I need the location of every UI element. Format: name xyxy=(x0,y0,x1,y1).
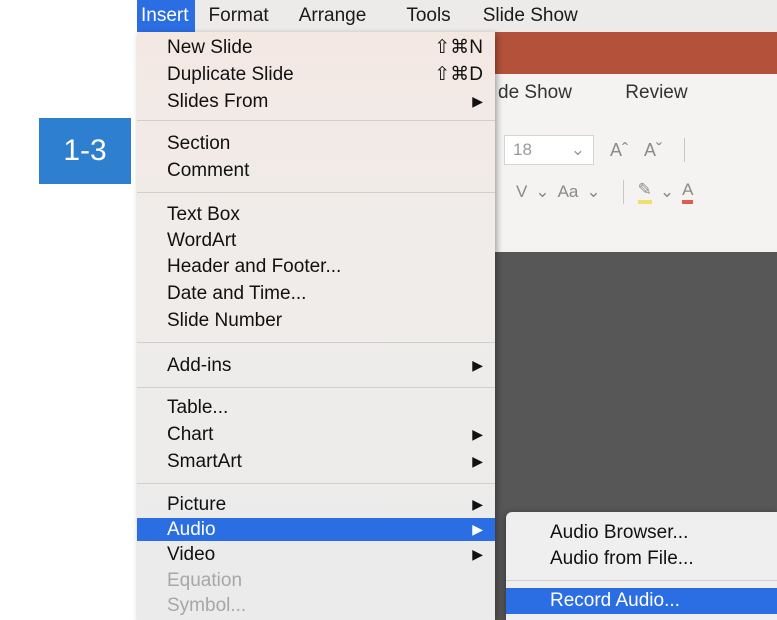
format-toolbar-row: V ⌄ Aa ⌄ ✎ ⌄ A xyxy=(516,180,701,204)
menu-item-new-slide[interactable]: New Slide ⇧⌘N xyxy=(137,36,495,59)
chevron-down-icon[interactable]: ⌄ xyxy=(586,182,600,202)
toolbar-divider xyxy=(622,180,624,204)
screenshot-stage: 1-3 de Show Review 18 ⌄ Aˆ Aˇ V ⌄ Aa ⌄ ✎… xyxy=(0,0,777,620)
menu-divider xyxy=(137,483,495,484)
menu-item-label: Picture xyxy=(167,494,227,515)
submenu-item-record-audio[interactable]: Record Audio... xyxy=(506,588,777,614)
menu-item-symbol: Symbol... xyxy=(137,594,495,617)
window-title-bar xyxy=(480,32,777,74)
shortcut-label: ⇧⌘N xyxy=(434,37,483,58)
menu-item-section[interactable]: Section xyxy=(137,132,495,155)
submenu-arrow-icon: ▶ xyxy=(472,521,483,537)
submenu-item-audio-from-file[interactable]: Audio from File... xyxy=(506,546,777,572)
menu-item-label: SmartArt xyxy=(167,451,242,472)
menu-item-label: Chart xyxy=(167,424,214,445)
chevron-down-icon[interactable]: ⌄ xyxy=(535,182,549,202)
menu-divider xyxy=(137,387,495,388)
menu-item-duplicate-slide[interactable]: Duplicate Slide ⇧⌘D xyxy=(137,63,495,86)
menu-item-smartart[interactable]: SmartArt ▶ xyxy=(137,450,495,473)
menu-item-slides-from[interactable]: Slides From ▶ xyxy=(137,90,495,113)
ribbon-tabs: de Show Review xyxy=(498,82,688,104)
menu-item-table[interactable]: Table... xyxy=(137,396,495,419)
menu-item-date-time[interactable]: Date and Time... xyxy=(137,282,495,305)
grow-font-icon[interactable]: Aˆ xyxy=(610,140,628,161)
menu-item-label: Comment xyxy=(167,160,250,181)
font-color-icon[interactable]: A xyxy=(682,180,694,204)
highlighter-icon[interactable]: ✎ xyxy=(637,180,652,204)
submenu-arrow-icon: ▶ xyxy=(472,357,483,373)
tab-review[interactable]: Review xyxy=(625,82,687,104)
menu-format[interactable]: Format xyxy=(209,0,269,32)
menu-item-label: Audio xyxy=(167,519,216,540)
menu-item-comment[interactable]: Comment xyxy=(137,159,495,182)
change-case-icon[interactable]: Aa xyxy=(558,182,579,202)
menu-item-text-box[interactable]: Text Box xyxy=(137,203,495,226)
submenu-arrow-icon: ▶ xyxy=(472,93,483,109)
menu-item-label: Add-ins xyxy=(167,355,232,376)
menu-item-label: Slide Number xyxy=(167,310,283,331)
menu-item-label: Section xyxy=(167,133,231,154)
menu-divider xyxy=(506,580,777,581)
insert-menu: New Slide ⇧⌘N Duplicate Slide ⇧⌘D Slides… xyxy=(137,32,495,620)
font-size-dropdown[interactable]: 18 ⌄ xyxy=(504,135,594,165)
submenu-item-audio-browser[interactable]: Audio Browser... xyxy=(506,520,777,546)
menu-arrange[interactable]: Arrange xyxy=(299,0,367,32)
menu-item-label: WordArt xyxy=(167,230,237,251)
chevron-down-icon: ⌄ xyxy=(570,140,585,159)
font-size-value: 18 xyxy=(513,140,532,159)
menu-item-label: Symbol... xyxy=(167,595,247,616)
toolbar-divider xyxy=(684,138,685,162)
chevron-down-icon[interactable]: ⌄ xyxy=(660,182,674,202)
menu-item-audio[interactable]: Audio ▶ xyxy=(137,518,495,541)
menu-item-slide-number[interactable]: Slide Number xyxy=(137,309,495,332)
menu-item-label: Video xyxy=(167,544,216,565)
menu-divider xyxy=(137,120,495,121)
menu-tools[interactable]: Tools xyxy=(406,0,450,32)
audio-submenu: Audio Browser... Audio from File... Reco… xyxy=(506,512,777,620)
text-effects-icon[interactable]: V xyxy=(516,182,527,202)
shortcut-label: ⇧⌘D xyxy=(434,64,483,85)
menu-item-equation: Equation xyxy=(137,569,495,592)
shrink-font-icon[interactable]: Aˇ xyxy=(644,140,662,161)
menu-item-label: Header and Footer... xyxy=(167,256,342,277)
submenu-arrow-icon: ▶ xyxy=(472,546,483,562)
menu-item-header-footer[interactable]: Header and Footer... xyxy=(137,255,495,278)
step-badge: 1-3 xyxy=(39,118,131,184)
menu-item-picture[interactable]: Picture ▶ xyxy=(137,493,495,516)
menu-item-label: Text Box xyxy=(167,204,240,225)
menu-item-chart[interactable]: Chart ▶ xyxy=(137,423,495,446)
menu-item-video[interactable]: Video ▶ xyxy=(137,543,495,566)
menu-bar: Insert Format Arrange Tools Slide Show xyxy=(137,0,777,32)
menu-divider xyxy=(137,342,495,343)
tab-slide-show[interactable]: de Show xyxy=(498,82,620,104)
menu-item-label: Date and Time... xyxy=(167,283,307,304)
submenu-arrow-icon: ▶ xyxy=(472,453,483,469)
menu-item-label: Equation xyxy=(167,570,243,591)
menu-item-wordart[interactable]: WordArt xyxy=(137,229,495,252)
menu-item-label: Slides From xyxy=(167,91,269,112)
menu-item-label: Table... xyxy=(167,397,229,418)
submenu-arrow-icon: ▶ xyxy=(472,496,483,512)
submenu-arrow-icon: ▶ xyxy=(472,426,483,442)
menu-insert[interactable]: Insert xyxy=(137,0,195,32)
menu-divider xyxy=(137,192,495,193)
menu-item-add-ins[interactable]: Add-ins ▶ xyxy=(137,354,495,377)
menu-item-label: New Slide xyxy=(167,37,253,58)
menu-slide-show[interactable]: Slide Show xyxy=(483,0,578,32)
font-toolbar-row: 18 ⌄ Aˆ Aˇ xyxy=(504,132,685,168)
menu-item-label: Duplicate Slide xyxy=(167,64,294,85)
